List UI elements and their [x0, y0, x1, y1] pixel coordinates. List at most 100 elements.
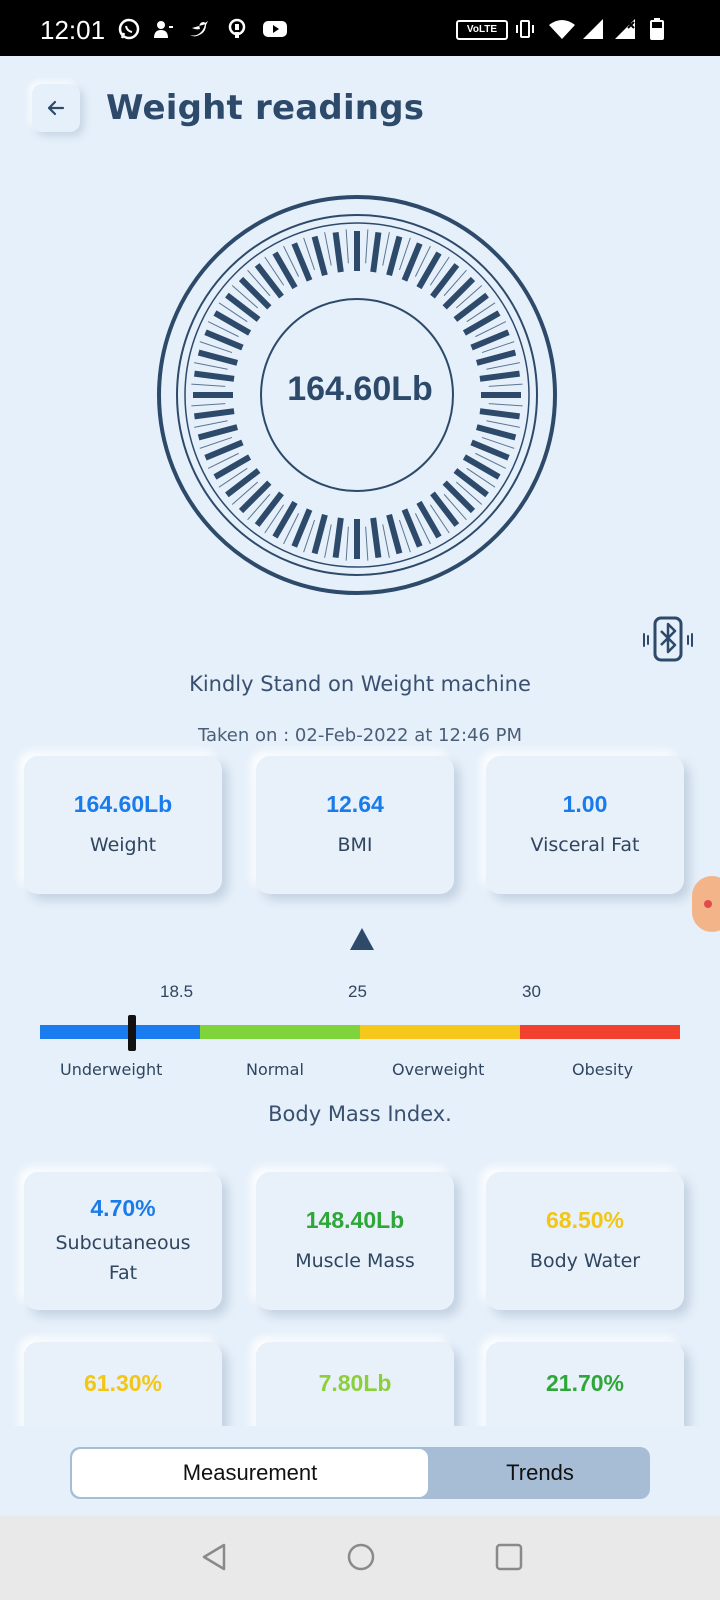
body-water-card[interactable]: 68.50% Body Water [486, 1172, 684, 1310]
dial-tick [332, 517, 344, 558]
dial-tick [386, 235, 403, 277]
home-nav-icon[interactable] [346, 1542, 376, 1572]
dial-tick [238, 276, 272, 310]
back-nav-icon[interactable] [200, 1542, 228, 1572]
bmi-category-label: Overweight [392, 1060, 485, 1079]
metric-card[interactable]: 61.30% [24, 1342, 222, 1426]
dial-tick [430, 491, 460, 527]
dial-tick [416, 251, 442, 290]
muscle-mass-label: Muscle Mass [295, 1249, 415, 1272]
dial-tick [370, 517, 382, 558]
battery-icon [650, 18, 664, 40]
back-button[interactable] [32, 84, 80, 132]
recents-nav-icon[interactable] [494, 1542, 524, 1572]
dial-tick [213, 310, 252, 336]
dial-minor-tick [324, 232, 332, 266]
status-time: 12:01 [40, 15, 106, 45]
weight-value: 164.60Lb [73, 790, 173, 817]
youtube-icon [263, 21, 287, 37]
signal-icon [583, 19, 603, 39]
metric-card[interactable]: 21.70% [486, 1342, 684, 1426]
tab-trends[interactable]: Trends [430, 1447, 650, 1499]
dial-tick [453, 468, 489, 498]
dial-tick [194, 370, 235, 382]
signal-icon [615, 19, 635, 39]
bmi-pointer-icon [350, 928, 374, 950]
subcutaneous-fat-card[interactable]: 4.70% Subcutaneous Fat [24, 1172, 222, 1310]
bmi-card[interactable]: 12.64 BMI [256, 756, 454, 894]
bmi-category-label: Underweight [60, 1060, 163, 1079]
dial-minor-tick [194, 420, 228, 428]
bmi-marker [128, 1015, 136, 1051]
dial-tick [238, 480, 272, 514]
tab-measurement[interactable]: Measurement [72, 1449, 428, 1497]
dial-tick [254, 491, 284, 527]
visceral-fat-card[interactable]: 1.00 Visceral Fat [486, 756, 684, 894]
metric-value: 61.30% [83, 1370, 162, 1396]
bmi-scale-bar [40, 1025, 680, 1039]
weight-card[interactable]: 164.60Lb Weight [24, 756, 222, 894]
dial-minor-tick [191, 383, 226, 387]
dial-tick [475, 349, 517, 366]
view-tabs: Measurement Trends [70, 1447, 650, 1499]
dial-tick [332, 232, 344, 273]
muscle-mass-card[interactable]: 148.40Lb Muscle Mass [256, 1172, 454, 1310]
dial-minor-tick [486, 362, 520, 370]
dial-tick [479, 370, 520, 382]
dial-tick [225, 292, 261, 322]
metric-value: 7.80Lb [318, 1370, 392, 1396]
dial-tick [430, 263, 460, 299]
volte-badge: VoLTE [456, 20, 508, 40]
dial-tick [311, 513, 328, 555]
dial-tick [479, 408, 520, 420]
dial-minor-tick [191, 403, 226, 407]
dial-minor-tick [486, 420, 520, 428]
bmi-value: 12.64 [326, 790, 384, 817]
vibrate-icon [516, 20, 534, 38]
dial-tick [453, 292, 489, 322]
dial-tick [254, 263, 284, 299]
body-water-label: Body Water [529, 1249, 641, 1272]
metric-value: 21.70% [545, 1370, 624, 1396]
floating-assistant-bubble[interactable] [692, 876, 720, 932]
body-water-value: 68.50% [545, 1206, 624, 1233]
bluetooth-icon[interactable] [640, 612, 696, 668]
dial-minor-tick [345, 526, 349, 561]
status-bar: 12:01 VoLTE [0, 0, 720, 56]
weight-label: Weight [89, 833, 157, 856]
dial-tick [370, 232, 382, 273]
dial-tick [416, 500, 442, 539]
whatsapp-icon [118, 18, 140, 40]
dial-tick [225, 468, 261, 498]
dial-tick [213, 454, 252, 480]
bmi-category-label: Normal [246, 1060, 304, 1079]
dial-tick [272, 500, 298, 539]
dial-minor-tick [324, 524, 332, 558]
bmi-label: BMI [337, 833, 373, 856]
visceral-fat-value: 1.00 [562, 790, 608, 817]
metrics-row3-viewport: 61.30% 7.80Lb 21.70% [0, 1320, 720, 1426]
bmi-tick: 30 [522, 982, 541, 1001]
dial-minor-tick [365, 229, 369, 264]
bmi-tick: 25 [348, 982, 367, 1001]
visceral-fat-label: Visceral Fat [530, 833, 640, 856]
metric-card[interactable]: 7.80Lb [256, 1342, 454, 1426]
bmi-category-label: Obesity [572, 1060, 634, 1079]
system-nav-bar [0, 1516, 720, 1600]
dial-tick [194, 408, 235, 420]
bmi-segment-overweight [360, 1025, 520, 1039]
dial-minor-tick [194, 362, 228, 370]
wifi-icon [549, 20, 575, 39]
dial-tick [462, 310, 501, 336]
dial-minor-tick [488, 383, 523, 387]
dial-minor-tick [382, 232, 390, 266]
trophy-icon [228, 18, 246, 38]
bmi-segment-underweight [40, 1025, 200, 1039]
dial-minor-tick [365, 526, 369, 561]
bmi-caption: Body Mass Index. [268, 1102, 452, 1126]
dial-tick [475, 424, 517, 441]
muscle-mass-value: 148.40Lb [305, 1206, 405, 1233]
dial-tick [197, 424, 239, 441]
bmi-tick: 18.5 [160, 982, 194, 1001]
subcutaneous-fat-label: Subcutaneous Fat [55, 1228, 190, 1288]
